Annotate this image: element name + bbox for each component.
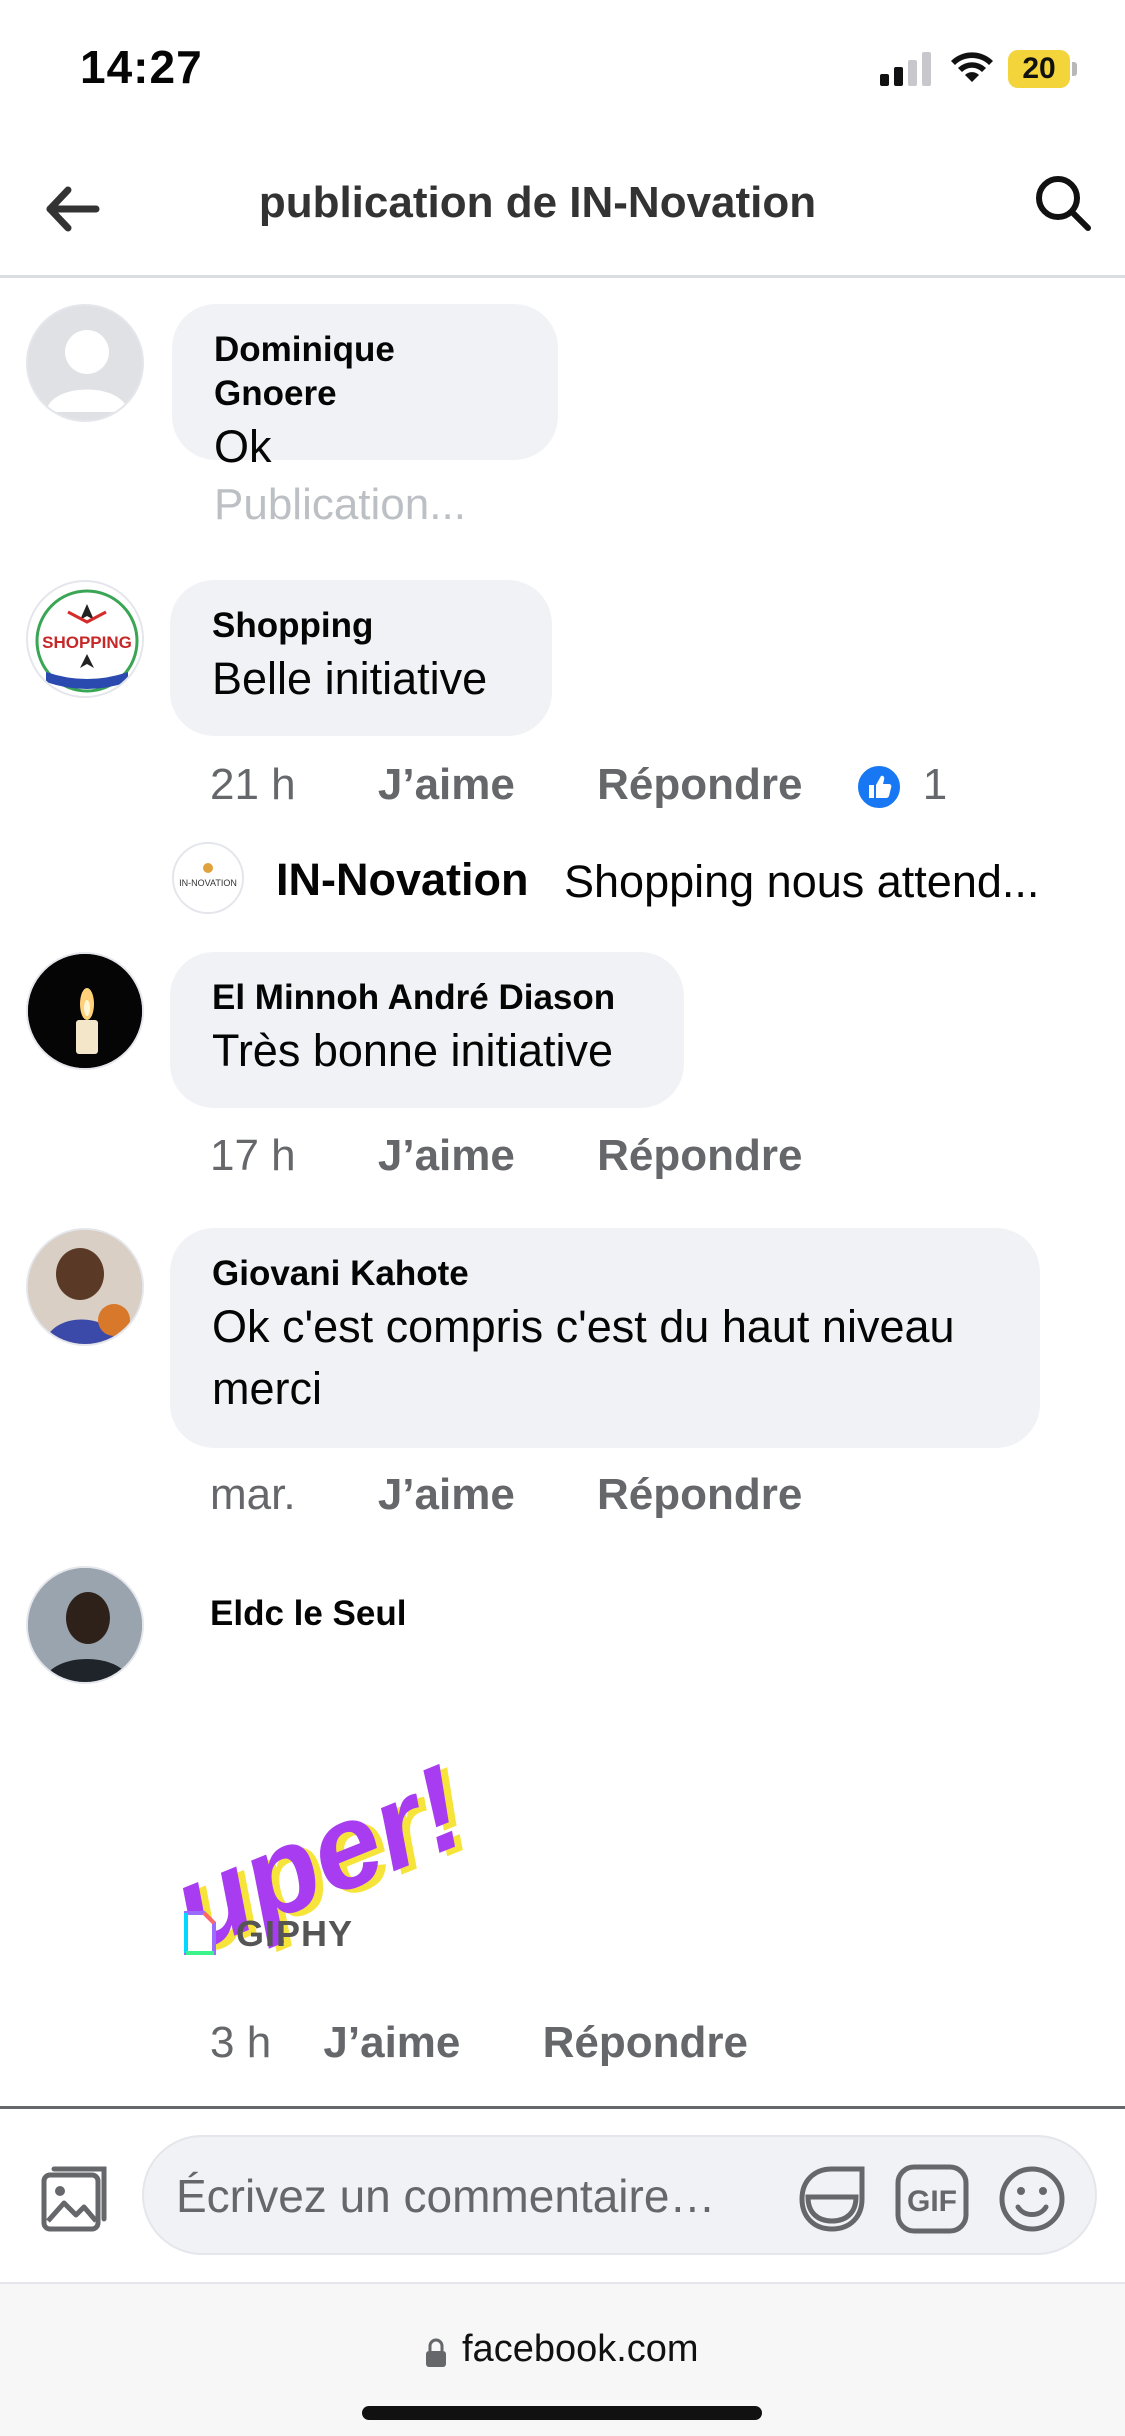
comment-bubble[interactable]: El Minnoh André Diason Très bonne initia… <box>170 952 684 1108</box>
reply-button[interactable]: Répondre <box>597 1470 802 1519</box>
comment-input-placeholder: Écrivez un commentaire… <box>176 2170 716 2222</box>
comment-text-line: merci <box>212 1363 322 1414</box>
browser-url-bar: facebook.com <box>0 2282 1125 2436</box>
avatar[interactable]: SHOPPING <box>26 580 144 698</box>
comment-actions: 3 h J’aime Répondre <box>210 2018 748 2068</box>
comment-author[interactable]: Shopping <box>212 604 512 648</box>
page-title: publication de IN-Novation <box>258 178 817 227</box>
giphy-logo-icon <box>184 1911 216 1955</box>
like-button[interactable]: J’aime <box>323 2018 460 2067</box>
reaction-count[interactable]: 1 <box>923 760 947 809</box>
search-icon[interactable] <box>1030 170 1096 236</box>
like-button[interactable]: J’aime <box>378 1131 515 1180</box>
comment-actions: 21 h J’aime Répondre 1 <box>210 760 947 812</box>
reply-button[interactable]: Répondre <box>543 2018 748 2067</box>
comment-time: 17 h <box>210 1131 296 1180</box>
in-novation-logo-icon: IN-NOVATION <box>174 844 242 912</box>
avatar-label: IN-NOVATION <box>179 878 237 888</box>
avatar[interactable] <box>26 1228 144 1346</box>
avatar[interactable] <box>26 952 144 1070</box>
avatar-label: SHOPPING <box>42 633 132 652</box>
reply-button[interactable]: Répondre <box>597 760 802 809</box>
candle-avatar-icon <box>28 954 142 1068</box>
status-bar: 14:27 20 <box>0 0 1125 140</box>
gif-button-icon[interactable]: GIF <box>894 2161 970 2237</box>
home-indicator[interactable] <box>362 2406 762 2420</box>
cellular-signal-icon <box>880 52 931 86</box>
lock-icon <box>426 2338 446 2367</box>
comment-text-line: Ok c'est compris c'est du haut niveau <box>212 1301 955 1352</box>
gif-button-label: GIF <box>907 2185 957 2218</box>
default-avatar-icon <box>28 306 142 420</box>
like-button[interactable]: J’aime <box>378 760 515 809</box>
comment-text: Ok <box>214 421 272 472</box>
url-text[interactable]: facebook.com <box>462 2328 699 2371</box>
comment-author[interactable]: Giovani Kahote <box>212 1252 1000 1296</box>
comment-composer: Écrivez un commentaire… GIF <box>0 2106 1125 2282</box>
like-reaction-icon[interactable] <box>854 763 903 812</box>
reply-text[interactable]: Shopping nous attend... <box>564 856 1039 908</box>
photo-icon[interactable] <box>36 2161 112 2237</box>
sticker-icon[interactable] <box>794 2161 870 2237</box>
comment-time: mar. <box>210 1470 296 1519</box>
shopping-logo-icon: SHOPPING <box>31 585 142 696</box>
comment-bubble[interactable]: Giovani Kahote Ok c'est compris c'est du… <box>170 1228 1040 1448</box>
wifi-icon <box>951 52 993 82</box>
battery-icon: 20 <box>1008 50 1078 88</box>
comment-actions: 17 h J’aime Répondre <box>210 1131 802 1181</box>
reply-button[interactable]: Répondre <box>597 1131 802 1180</box>
comment-bubble[interactable]: Shopping Belle initiative <box>170 580 552 736</box>
comment-author[interactable]: El Minnoh André Diason <box>212 976 644 1020</box>
comment-text: Très bonne initiative <box>212 1025 614 1076</box>
reply-preview[interactable]: IN-NOVATION IN-Novation Shopping nous at… <box>172 842 1072 916</box>
comment-author[interactable]: Dominique Gnoere <box>214 328 518 416</box>
battery-level: 20 <box>1022 52 1056 85</box>
comment-bubble[interactable]: Dominique Gnoere Ok <box>172 304 558 472</box>
giphy-label: GIPHY <box>236 1913 354 1954</box>
avatar[interactable] <box>26 1566 144 1684</box>
avatar[interactable] <box>26 304 144 422</box>
man-photo-avatar-icon <box>28 1568 142 1682</box>
status-time: 14:27 <box>80 41 203 93</box>
comment-text: Belle initiative <box>212 653 488 704</box>
child-photo-avatar-icon <box>28 1230 142 1344</box>
like-button[interactable]: J’aime <box>378 1470 515 1519</box>
avatar[interactable]: IN-NOVATION <box>172 842 244 914</box>
reply-author[interactable]: IN-Novation <box>276 854 529 906</box>
comment-time: 3 h <box>210 2018 272 2067</box>
comment-input[interactable]: Écrivez un commentaire… GIF <box>142 2135 1097 2255</box>
emoji-icon[interactable] <box>994 2161 1070 2237</box>
comment-actions: mar. J’aime Répondre <box>210 1470 802 1520</box>
posting-status: Publication... <box>214 480 466 529</box>
comment-author[interactable]: Eldc le Seul <box>210 1592 406 1636</box>
top-nav: publication de IN-Novation <box>0 140 1125 278</box>
comment-time: 21 h <box>210 760 296 809</box>
